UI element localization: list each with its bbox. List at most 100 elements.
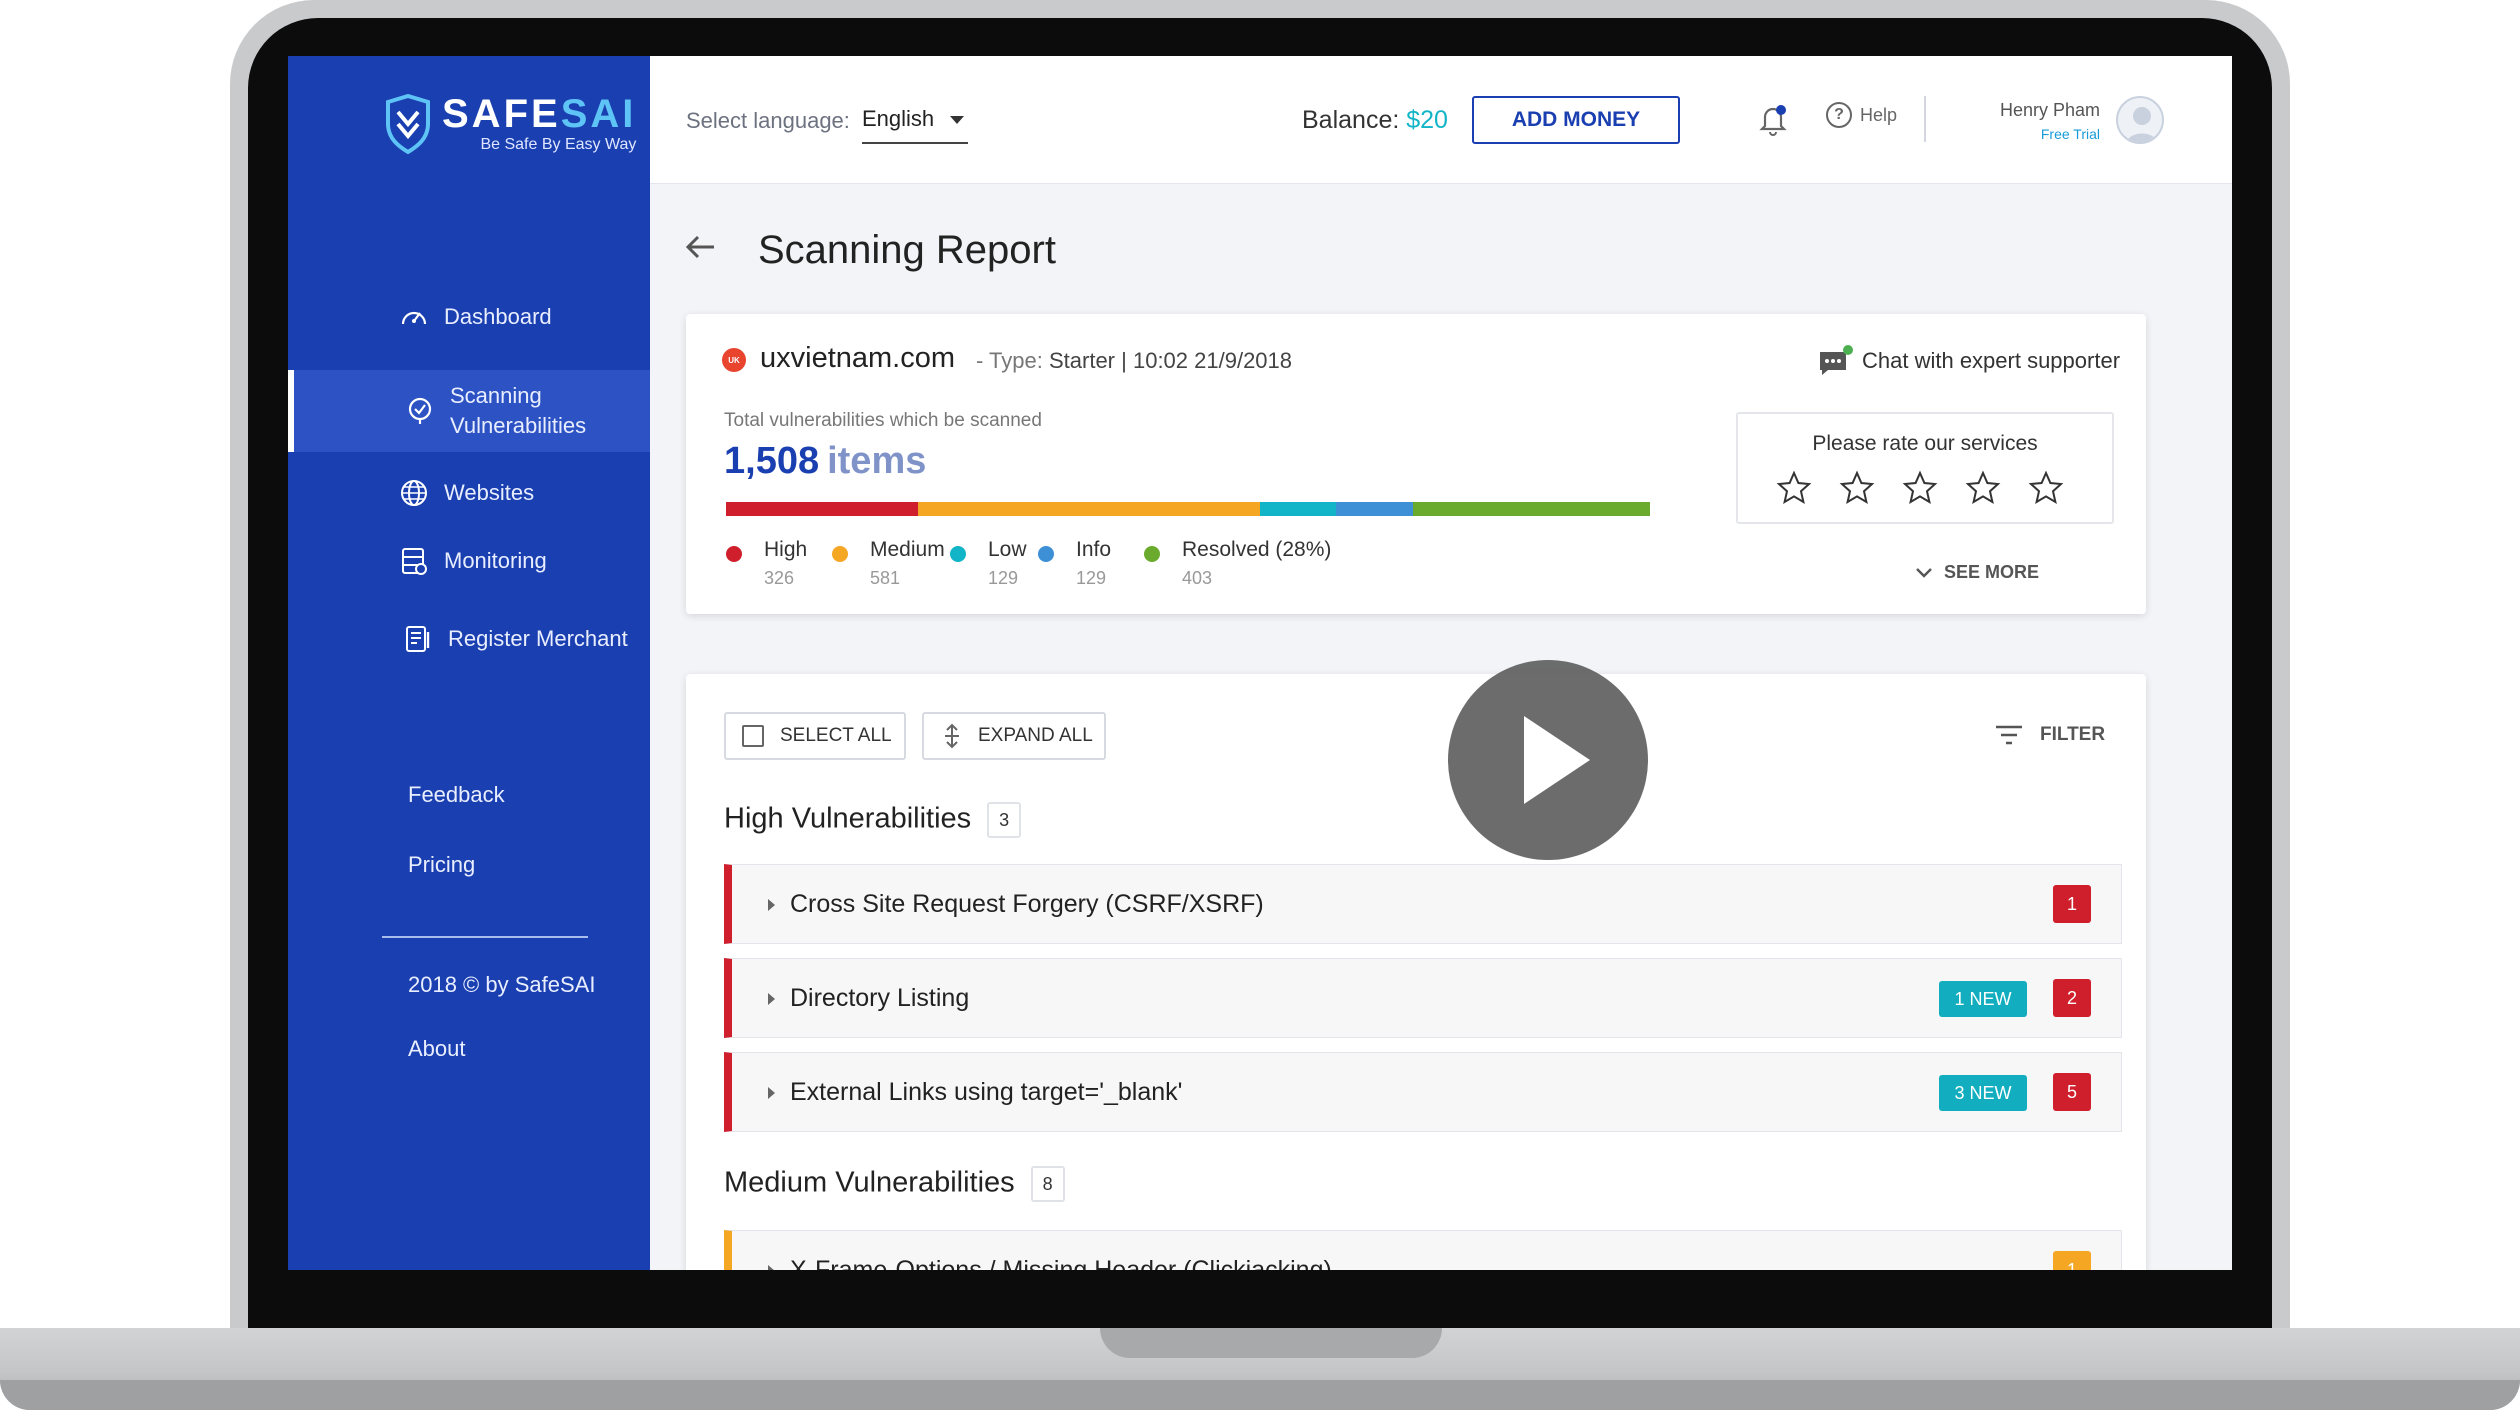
sidebar-item-label: Monitoring xyxy=(444,548,547,573)
expand-all-button[interactable]: EXPAND ALL xyxy=(922,712,1106,760)
legend-value: 129 xyxy=(1076,568,1107,588)
monitoring-icon xyxy=(398,545,430,577)
section-title-medium: Medium Vulnerabilities 8 xyxy=(724,1166,1065,1202)
section-count-badge: 8 xyxy=(1030,1166,1065,1202)
balance-label: Balance: xyxy=(1302,106,1400,134)
legend-value: 581 xyxy=(870,568,901,588)
legend-dot xyxy=(950,546,966,562)
checkbox-icon xyxy=(742,725,764,747)
scan-icon xyxy=(404,395,436,427)
sidebar-item-label: Websites xyxy=(444,480,535,505)
copyright-text: 2018 © by SafeSAI xyxy=(408,972,596,997)
bar-segment-high xyxy=(726,502,919,516)
star-icon[interactable] xyxy=(2028,470,2064,506)
vulnerability-title: Cross Site Request Forgery (CSRF/XSRF) xyxy=(790,890,1264,918)
vulnerability-row[interactable]: Cross Site Request Forgery (CSRF/XSRF) 1 xyxy=(724,864,2122,944)
about-link[interactable]: About xyxy=(408,1036,466,1062)
count-badge: 1 xyxy=(2053,885,2091,923)
avatar[interactable] xyxy=(2116,96,2164,144)
help-button[interactable]: ? Help xyxy=(1826,102,1897,128)
sidebar: SAFESAI Be Safe By Easy Way Dashboard Sc… xyxy=(288,56,650,1270)
chat-label: Chat with expert supporter xyxy=(1862,348,2121,373)
sidebar-divider xyxy=(382,936,588,938)
legend-value: 403 xyxy=(1182,568,1213,588)
vulnerability-title: External Links using target='_blank' xyxy=(790,1078,1183,1106)
notification-bell-icon[interactable] xyxy=(1756,102,1790,136)
language-value: English xyxy=(862,106,935,131)
legend-label: Resolved (28%) xyxy=(1182,538,1332,561)
topbar-divider xyxy=(1924,96,1926,142)
brand-logo[interactable]: SAFESAI Be Safe By Easy Way xyxy=(384,94,636,154)
vulnerability-row[interactable]: Directory Listing 1 NEW 2 xyxy=(724,958,2122,1038)
star-rating xyxy=(1776,470,2064,506)
legend-dot xyxy=(726,546,742,562)
sidebar-item-label-line1: Scanning xyxy=(450,383,542,408)
filter-button[interactable]: FILTER xyxy=(1994,724,2105,746)
laptop-notch xyxy=(1100,1328,1442,1358)
add-money-button[interactable]: ADD MONEY xyxy=(1472,96,1680,144)
caret-right-icon xyxy=(768,899,775,911)
vulnerability-title: X-Frame-Options / Missing Header (Clickj… xyxy=(790,1256,1332,1270)
bar-segment-resolved xyxy=(1412,502,1650,516)
star-icon[interactable] xyxy=(1902,470,1938,506)
vulnerability-stacked-bar xyxy=(726,502,1650,516)
bar-segment-info xyxy=(1336,502,1413,516)
see-more-button[interactable]: SEE MORE xyxy=(1914,562,2039,583)
count-badge: 1 xyxy=(2053,1251,2091,1270)
help-icon: ? xyxy=(1826,102,1852,128)
globe-icon xyxy=(398,477,430,509)
pricing-link[interactable]: Pricing xyxy=(408,852,475,878)
total-label: Total vulnerabilities which be scanned xyxy=(724,410,1042,431)
chat-with-expert-button[interactable]: Chat with expert supporter xyxy=(1816,344,2120,378)
scan-type: Starter xyxy=(1048,348,1116,373)
caret-right-icon xyxy=(768,993,775,1005)
section-count-badge: 3 xyxy=(987,802,1022,838)
legend-value: 326 xyxy=(764,568,795,588)
legend-value: 129 xyxy=(988,568,1019,588)
chevron-down-icon xyxy=(1916,567,1932,578)
bar-segment-low xyxy=(1260,502,1337,516)
site-name[interactable]: uxvietnam.com xyxy=(760,342,955,375)
chevron-down-icon xyxy=(950,116,964,124)
help-label: Help xyxy=(1860,104,1898,125)
new-badge: 3 NEW xyxy=(1939,1075,2027,1111)
feedback-link[interactable]: Feedback xyxy=(408,782,505,808)
sidebar-item-scanning-vulnerabilities[interactable]: Scanning Vulnerabilities xyxy=(288,370,650,452)
vulnerability-row[interactable]: X-Frame-Options / Missing Header (Clickj… xyxy=(724,1230,2122,1270)
back-arrow-icon[interactable] xyxy=(682,232,718,262)
language-select[interactable]: English xyxy=(862,106,968,144)
page-title: Scanning Report xyxy=(758,228,1056,272)
vulnerability-title: Directory Listing xyxy=(790,984,970,1012)
sidebar-item-websites[interactable]: Websites xyxy=(288,472,650,514)
expand-icon xyxy=(945,723,959,749)
user-name[interactable]: Henry Pham xyxy=(1950,100,2100,121)
sidebar-item-label: Dashboard xyxy=(444,304,552,329)
count-badge: 5 xyxy=(2053,1073,2091,1111)
star-icon[interactable] xyxy=(1776,470,1812,506)
top-bar: Select language: English Balance: $20 AD… xyxy=(650,56,2232,184)
sidebar-item-label: Register Merchant xyxy=(448,626,628,651)
rating-label: Please rate our services xyxy=(1812,432,2038,455)
legend-label: Medium xyxy=(870,538,945,561)
sidebar-item-register-merchant[interactable]: Register Merchant xyxy=(288,618,650,660)
vulnerability-list-card: SELECT ALL EXPAND ALL FILTER High Vulner… xyxy=(686,674,2146,1270)
legend-label: Info xyxy=(1076,538,1112,561)
brand-tagline: Be Safe By Easy Way xyxy=(480,136,637,153)
vulnerability-row[interactable]: External Links using target='_blank' 3 N… xyxy=(724,1052,2122,1132)
register-icon xyxy=(402,623,434,655)
star-icon[interactable] xyxy=(1965,470,2001,506)
star-icon[interactable] xyxy=(1839,470,1875,506)
shield-logo-icon xyxy=(386,94,430,154)
laptop-base-shade xyxy=(0,1380,2520,1410)
sidebar-item-monitoring[interactable]: Monitoring xyxy=(288,540,650,582)
count-badge: 2 xyxy=(2053,979,2091,1017)
uk-flag-icon: UK xyxy=(722,348,746,372)
total-count: 1,508 items xyxy=(724,440,927,482)
sidebar-item-dashboard[interactable]: Dashboard xyxy=(288,296,650,338)
legend-dot xyxy=(832,546,848,562)
scan-summary-card: UK uxvietnam.com - Type: Starter | 10:02… xyxy=(686,314,2146,614)
play-button[interactable] xyxy=(1448,660,1648,860)
select-all-button[interactable]: SELECT ALL xyxy=(724,712,906,760)
legend-dot xyxy=(1038,546,1054,562)
play-icon xyxy=(1524,716,1590,804)
